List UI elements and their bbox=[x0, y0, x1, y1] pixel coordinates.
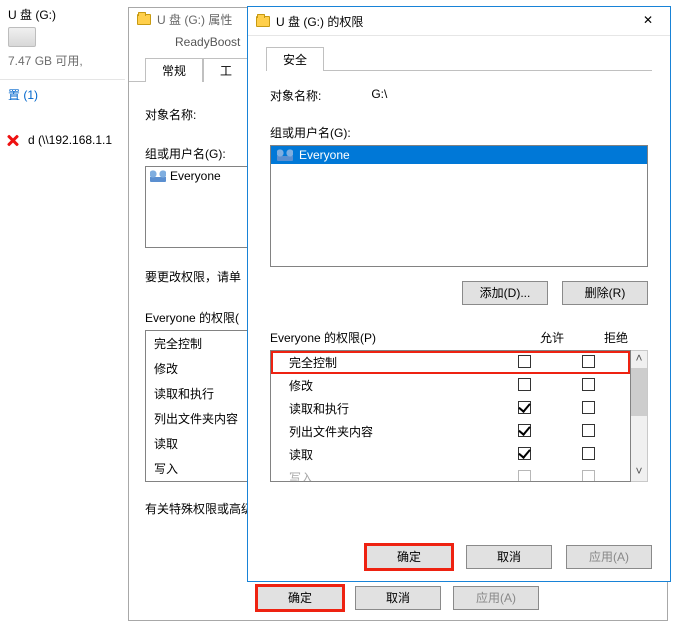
scroll-down-icon[interactable]: ˅ bbox=[631, 464, 647, 481]
deny-checkbox[interactable] bbox=[582, 401, 595, 414]
drive-item-network[interactable]: d (\\192.168.1.1 bbox=[0, 131, 125, 149]
scroll-up-icon[interactable]: ˄ bbox=[631, 351, 647, 368]
network-drive-label: d (\\192.168.1.1 bbox=[28, 133, 112, 147]
tab-general[interactable]: 常规 bbox=[145, 58, 203, 82]
cancel-button[interactable]: 取消 bbox=[355, 586, 441, 610]
allow-checkbox[interactable] bbox=[518, 401, 531, 414]
perm-label: 读取和执行 bbox=[289, 400, 492, 417]
ok-button[interactable]: 确定 bbox=[366, 545, 452, 569]
group-name: Everyone bbox=[299, 148, 350, 162]
drive-item-usb[interactable]: U 盘 (G:) 7.47 GB 可用, bbox=[0, 0, 125, 71]
permissions-title: U 盘 (G:) 的权限 bbox=[276, 13, 634, 30]
location-count: 置 (1) bbox=[0, 79, 125, 113]
drive-icon bbox=[8, 27, 36, 47]
column-allow: 允许 bbox=[520, 329, 584, 346]
allow-checkbox[interactable] bbox=[518, 378, 531, 391]
object-name-value: G:\ bbox=[371, 87, 387, 104]
perm-header: Everyone 的权限(P) bbox=[270, 329, 520, 346]
groups-label: 组或用户名(G): bbox=[270, 124, 648, 141]
tab-tools[interactable]: 工 bbox=[203, 58, 249, 82]
close-button[interactable]: ✕ bbox=[634, 11, 662, 31]
remove-button[interactable]: 删除(R) bbox=[562, 281, 648, 305]
list-item-selected[interactable]: Everyone bbox=[271, 146, 647, 164]
perm-label: 读取 bbox=[289, 446, 492, 463]
allow-checkbox[interactable] bbox=[518, 355, 531, 368]
cancel-button[interactable]: 取消 bbox=[466, 545, 552, 569]
scrollbar[interactable]: ˄ ˅ bbox=[631, 350, 648, 482]
permissions-checklist: 完全控制 修改 读取和执行 列出文件夹内容 bbox=[270, 350, 631, 482]
allow-checkbox[interactable] bbox=[518, 447, 531, 460]
permissions-titlebar[interactable]: U 盘 (G:) 的权限 ✕ bbox=[248, 7, 670, 36]
scroll-thumb[interactable] bbox=[631, 368, 647, 416]
perm-row-read-exec: 读取和执行 bbox=[271, 397, 630, 420]
folder-icon bbox=[137, 14, 151, 25]
perm-label: 列出文件夹内容 bbox=[289, 423, 492, 440]
permissions-button-row: 确定 取消 应用(A) bbox=[248, 545, 670, 569]
deny-checkbox[interactable] bbox=[582, 355, 595, 368]
error-icon bbox=[4, 131, 22, 149]
perm-label: 完全控制 bbox=[289, 354, 492, 371]
deny-checkbox[interactable] bbox=[582, 447, 595, 460]
tab-security[interactable]: 安全 bbox=[266, 47, 324, 71]
deny-checkbox[interactable] bbox=[582, 470, 595, 483]
explorer-pane: U 盘 (G:) 7.47 GB 可用, 置 (1) d (\\192.168.… bbox=[0, 0, 125, 625]
group-icon bbox=[277, 149, 293, 161]
apply-button[interactable]: 应用(A) bbox=[566, 545, 652, 569]
ok-button[interactable]: 确定 bbox=[257, 586, 343, 610]
perm-row-write: 写入 bbox=[271, 466, 630, 482]
perm-label: 写入 bbox=[289, 469, 492, 482]
add-button[interactable]: 添加(D)... bbox=[462, 281, 548, 305]
folder-icon bbox=[256, 16, 270, 27]
groups-listbox[interactable]: Everyone bbox=[270, 145, 648, 267]
perm-row-read: 读取 bbox=[271, 443, 630, 466]
perm-row-full-control: 完全控制 bbox=[271, 351, 630, 374]
deny-checkbox[interactable] bbox=[582, 378, 595, 391]
permissions-tabstrip: 安全 bbox=[266, 46, 652, 71]
allow-checkbox[interactable] bbox=[518, 470, 531, 483]
object-name-label: 对象名称: bbox=[270, 87, 321, 104]
properties-button-row: 确定 取消 应用(A) bbox=[129, 586, 667, 610]
group-icon bbox=[150, 170, 166, 182]
apply-button[interactable]: 应用(A) bbox=[453, 586, 539, 610]
perm-label: 修改 bbox=[289, 377, 492, 394]
group-name: Everyone bbox=[170, 169, 221, 183]
drive-label: U 盘 (G:) bbox=[8, 6, 117, 23]
perm-row-modify: 修改 bbox=[271, 374, 630, 397]
properties-title: U 盘 (G:) 属性 bbox=[157, 11, 232, 28]
drive-free-text: 7.47 GB 可用, bbox=[8, 52, 117, 69]
allow-checkbox[interactable] bbox=[518, 424, 531, 437]
column-deny: 拒绝 bbox=[584, 329, 648, 346]
scroll-track[interactable] bbox=[631, 416, 647, 464]
permissions-dialog: U 盘 (G:) 的权限 ✕ 安全 对象名称: G:\ 组或用户名(G): Ev… bbox=[247, 6, 671, 582]
perm-row-list-folder: 列出文件夹内容 bbox=[271, 420, 630, 443]
deny-checkbox[interactable] bbox=[582, 424, 595, 437]
